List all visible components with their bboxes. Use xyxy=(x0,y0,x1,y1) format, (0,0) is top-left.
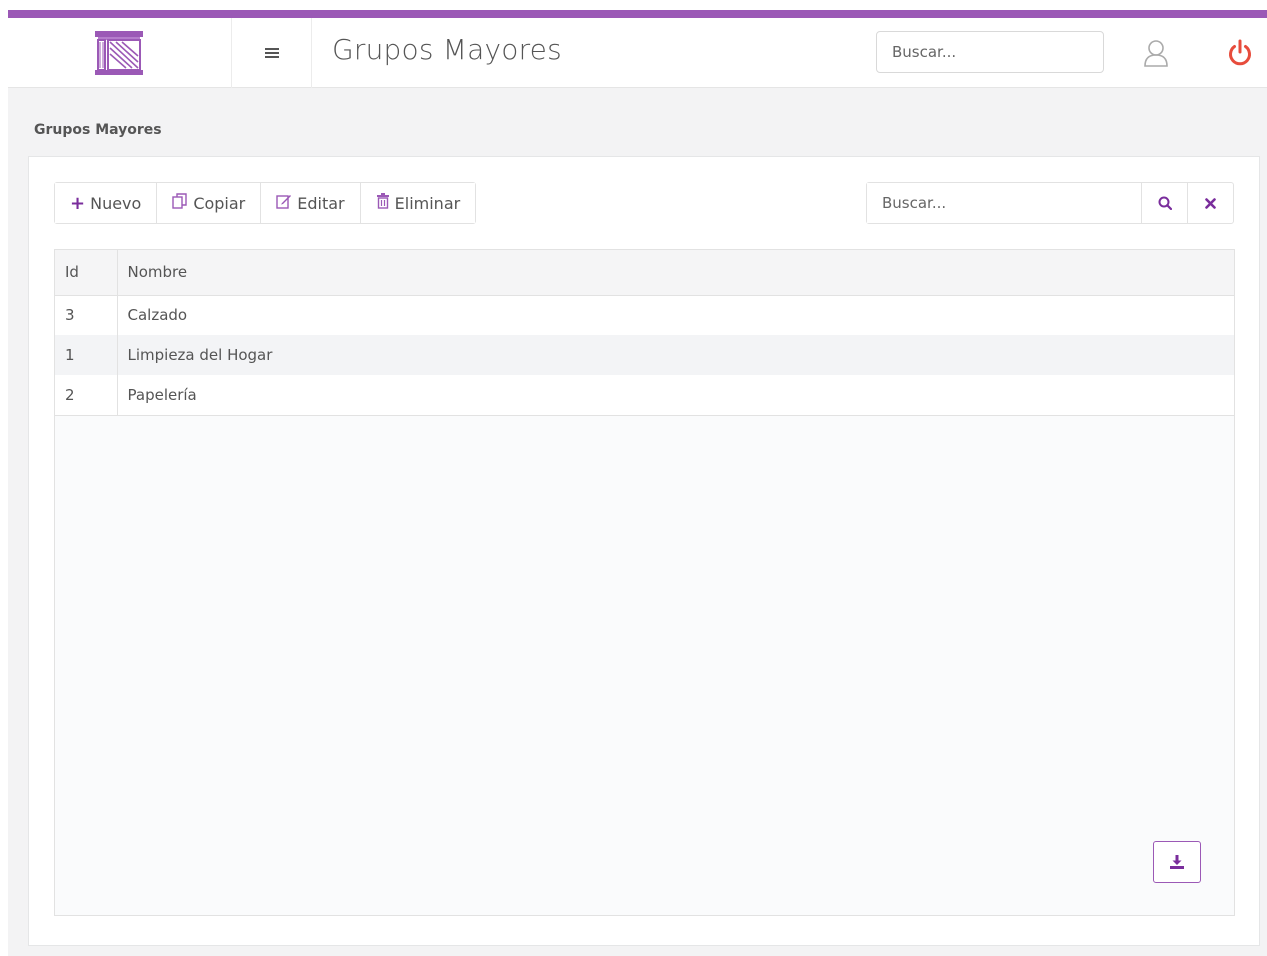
copy-button-label: Copiar xyxy=(193,193,246,213)
close-icon xyxy=(1205,197,1216,209)
clear-search-button[interactable] xyxy=(1187,183,1233,223)
search-icon xyxy=(1158,196,1172,210)
action-toolbar: + Nuevo Copiar Editar Eliminar xyxy=(54,182,477,224)
new-button[interactable]: + Nuevo xyxy=(55,183,158,223)
trash-icon xyxy=(376,193,390,213)
cell-nombre: Calzado xyxy=(127,306,188,325)
new-button-label: Nuevo xyxy=(90,193,142,213)
logo-area xyxy=(8,18,232,88)
copy-icon xyxy=(172,193,188,213)
page-title: Grupos Mayores xyxy=(332,33,562,66)
plus-icon: + xyxy=(70,192,86,214)
top-accent-bar xyxy=(8,10,1267,18)
download-icon xyxy=(1170,855,1184,869)
header-search-input[interactable] xyxy=(876,31,1104,73)
hamburger-menu-icon xyxy=(264,48,279,58)
table-row[interactable]: 3 Calzado xyxy=(55,295,1234,335)
menu-toggle-button[interactable] xyxy=(232,18,312,88)
column-header-nombre[interactable]: Nombre xyxy=(117,250,1234,296)
copy-button[interactable]: Copiar xyxy=(157,183,262,223)
top-header: Grupos Mayores xyxy=(8,18,1267,88)
edit-button[interactable]: Editar xyxy=(261,183,361,223)
data-grid: Id Nombre 3 Calzado 1 Limpieza del Hogar… xyxy=(54,249,1235,916)
cell-nombre: Papelería xyxy=(117,375,1234,416)
building-columns-logo-icon[interactable] xyxy=(94,30,144,76)
power-icon xyxy=(1229,39,1251,66)
app-frame: Grupos Mayores Grupos Mayores + Nuevo xyxy=(8,10,1267,956)
search-button[interactable] xyxy=(1141,183,1187,223)
cell-id: 2 xyxy=(55,375,118,416)
export-button[interactable] xyxy=(1153,841,1201,883)
content-panel: + Nuevo Copiar Editar Eliminar Buscar...… xyxy=(28,156,1260,946)
edit-button-label: Editar xyxy=(297,193,345,213)
table-row[interactable]: 2 Papelería xyxy=(55,375,1234,416)
cell-id: 3 xyxy=(55,295,118,335)
user-profile-button[interactable] xyxy=(1136,34,1176,72)
grid-search-group xyxy=(866,182,1234,224)
cell-nombre: Limpieza del Hogar xyxy=(127,346,273,364)
groups-table: Id Nombre 3 Calzado 1 Limpieza del Hogar… xyxy=(55,250,1234,416)
edit-icon xyxy=(276,193,292,213)
table-header-row: Id Nombre xyxy=(55,250,1234,296)
table-row[interactable]: 1 Limpieza del Hogar xyxy=(55,335,1234,375)
column-header-id[interactable]: Id xyxy=(55,250,118,296)
cell-id: 1 xyxy=(55,335,118,375)
breadcrumb: Grupos Mayores xyxy=(34,122,162,138)
logout-button[interactable] xyxy=(1220,34,1260,72)
delete-button-label: Eliminar xyxy=(394,193,461,213)
grid-search-input[interactable] xyxy=(867,183,1141,223)
user-icon xyxy=(1144,40,1168,67)
delete-button[interactable]: Eliminar xyxy=(360,183,476,223)
